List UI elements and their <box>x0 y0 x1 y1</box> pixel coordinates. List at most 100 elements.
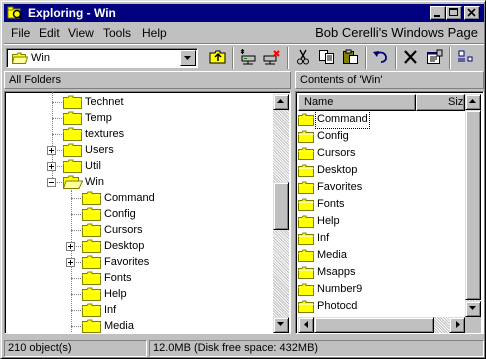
tree-connector <box>71 278 81 279</box>
contents-header: Contents of 'Win' <box>295 71 484 89</box>
map-network-drive-icon <box>240 49 256 65</box>
contents-scroll-thumb[interactable] <box>465 110 481 300</box>
tree-item-label: Users <box>85 144 114 156</box>
tree-scroll-thumb[interactable] <box>273 181 289 230</box>
folder-icon <box>12 52 28 64</box>
tree-item-label: Cursors <box>104 224 143 236</box>
tree-item-label: Command <box>104 192 155 204</box>
contents-scroll-left-button[interactable] <box>298 317 314 333</box>
tree-item-label: Favorites <box>104 256 150 268</box>
disconnect-drive-icon <box>263 50 280 65</box>
map-network-drive-button[interactable] <box>236 46 260 68</box>
toolbar: Win <box>4 45 484 71</box>
chevron-down-icon <box>184 56 191 60</box>
tree-item-label: Technet <box>85 96 124 108</box>
contents-list[interactable]: Name Siz Command Config Cursors Desktop Favo… <box>295 91 484 334</box>
contents-horizontal-scrollbar[interactable] <box>298 317 465 333</box>
tree-scroll-down-button[interactable] <box>273 317 289 333</box>
tree-scroll-up-button[interactable] <box>273 94 289 110</box>
menu-view[interactable]: View <box>68 26 94 40</box>
toolbar-separator <box>365 47 367 69</box>
menu-tools[interactable]: Tools <box>103 26 131 40</box>
file-list-item-label: Number9 <box>317 283 363 295</box>
delete-icon <box>404 50 417 64</box>
close-icon <box>467 8 476 17</box>
tree-item-label: Media <box>104 320 134 332</box>
menu-edit[interactable]: Edit <box>39 26 60 40</box>
contents-hscroll-thumb[interactable] <box>314 317 434 333</box>
copy-button[interactable] <box>315 46 339 68</box>
window-title: Exploring - Win <box>28 6 116 20</box>
tree-item-label: Config <box>104 208 136 220</box>
delete-button[interactable] <box>399 46 423 68</box>
address-dropdown-button[interactable] <box>180 50 196 66</box>
tree-connector <box>71 310 81 311</box>
arrow-up-icon <box>277 99 284 103</box>
address-combo[interactable]: Win <box>6 48 198 68</box>
menu-bar: File Edit View Tools Help Bob Cerelli's … <box>4 24 484 42</box>
minimize-button[interactable] <box>430 6 446 20</box>
title-bar[interactable]: Exploring - Win <box>4 4 484 22</box>
maximize-button[interactable] <box>446 6 462 20</box>
menu-help[interactable]: Help <box>142 26 167 40</box>
arrow-left-icon <box>304 321 308 328</box>
close-button[interactable] <box>464 6 480 20</box>
large-icons-button[interactable] <box>453 46 477 68</box>
expand-icon[interactable] <box>66 258 75 267</box>
tree-vertical-scrollbar[interactable] <box>273 94 289 333</box>
properties-button[interactable] <box>423 46 447 68</box>
tree-connector <box>71 198 81 199</box>
properties-icon <box>427 49 443 64</box>
contents-vertical-scrollbar[interactable] <box>465 94 481 317</box>
up-one-level-button[interactable] <box>206 46 230 68</box>
tree-item-label: textures <box>85 128 125 140</box>
address-value: Win <box>31 52 50 64</box>
undo-button[interactable] <box>369 46 393 68</box>
file-list-item-label: Media <box>317 249 347 261</box>
collapse-icon[interactable] <box>47 178 56 187</box>
tree-item-label: Win <box>85 176 104 188</box>
tree-item-label: Util <box>85 160 101 172</box>
tree-item-label: Desktop <box>104 240 145 252</box>
folder-tree[interactable]: Technet Temp textures Users Util Win Command Co… <box>4 91 291 334</box>
maximize-icon <box>449 8 458 16</box>
minimize-icon <box>434 15 440 17</box>
disconnect-drive-button[interactable] <box>260 46 284 68</box>
expand-icon[interactable] <box>47 162 56 171</box>
toolbar-separator <box>449 47 451 69</box>
file-list-item-label: Fonts <box>317 198 345 210</box>
tree-connector <box>71 230 81 231</box>
tree-item-label: Help <box>104 288 127 300</box>
column-header-name[interactable]: Name <box>298 94 416 111</box>
contents-scroll-right-button[interactable] <box>449 317 465 333</box>
contents-scroll-down-button[interactable] <box>465 301 481 317</box>
file-list-item-label: Desktop <box>317 164 358 176</box>
toolbar-separator <box>232 47 234 69</box>
column-header-size[interactable]: Siz <box>416 94 465 111</box>
up-one-level-icon <box>209 50 226 64</box>
expand-icon[interactable] <box>47 146 56 155</box>
cut-icon <box>297 49 309 65</box>
status-disk-space: 12.0MB (Disk free space: 432MB) <box>149 340 484 357</box>
folder-open-icon <box>62 175 84 194</box>
expand-icon[interactable] <box>66 242 75 251</box>
cut-button[interactable] <box>291 46 315 68</box>
file-list-item-label: Command <box>315 110 370 129</box>
contents-scroll-up-button[interactable] <box>465 94 481 110</box>
paste-icon <box>343 49 358 64</box>
large-icons-icon <box>458 50 473 62</box>
tree-item-label: Temp <box>85 112 112 124</box>
arrow-down-icon <box>277 322 284 326</box>
file-list-item-label: Photocd <box>317 300 358 312</box>
explorer-icon <box>7 6 23 20</box>
arrow-up-icon <box>469 99 476 103</box>
menu-file[interactable]: File <box>11 26 30 40</box>
toolbar-separator <box>287 47 289 69</box>
paste-button[interactable] <box>339 46 363 68</box>
scroll-corner <box>465 317 481 333</box>
tree-connector <box>52 102 62 103</box>
column-header-size-label: Siz <box>448 96 464 108</box>
folder-icon <box>82 319 102 333</box>
tree-item-label: Inf <box>104 304 117 316</box>
undo-icon <box>373 51 387 63</box>
